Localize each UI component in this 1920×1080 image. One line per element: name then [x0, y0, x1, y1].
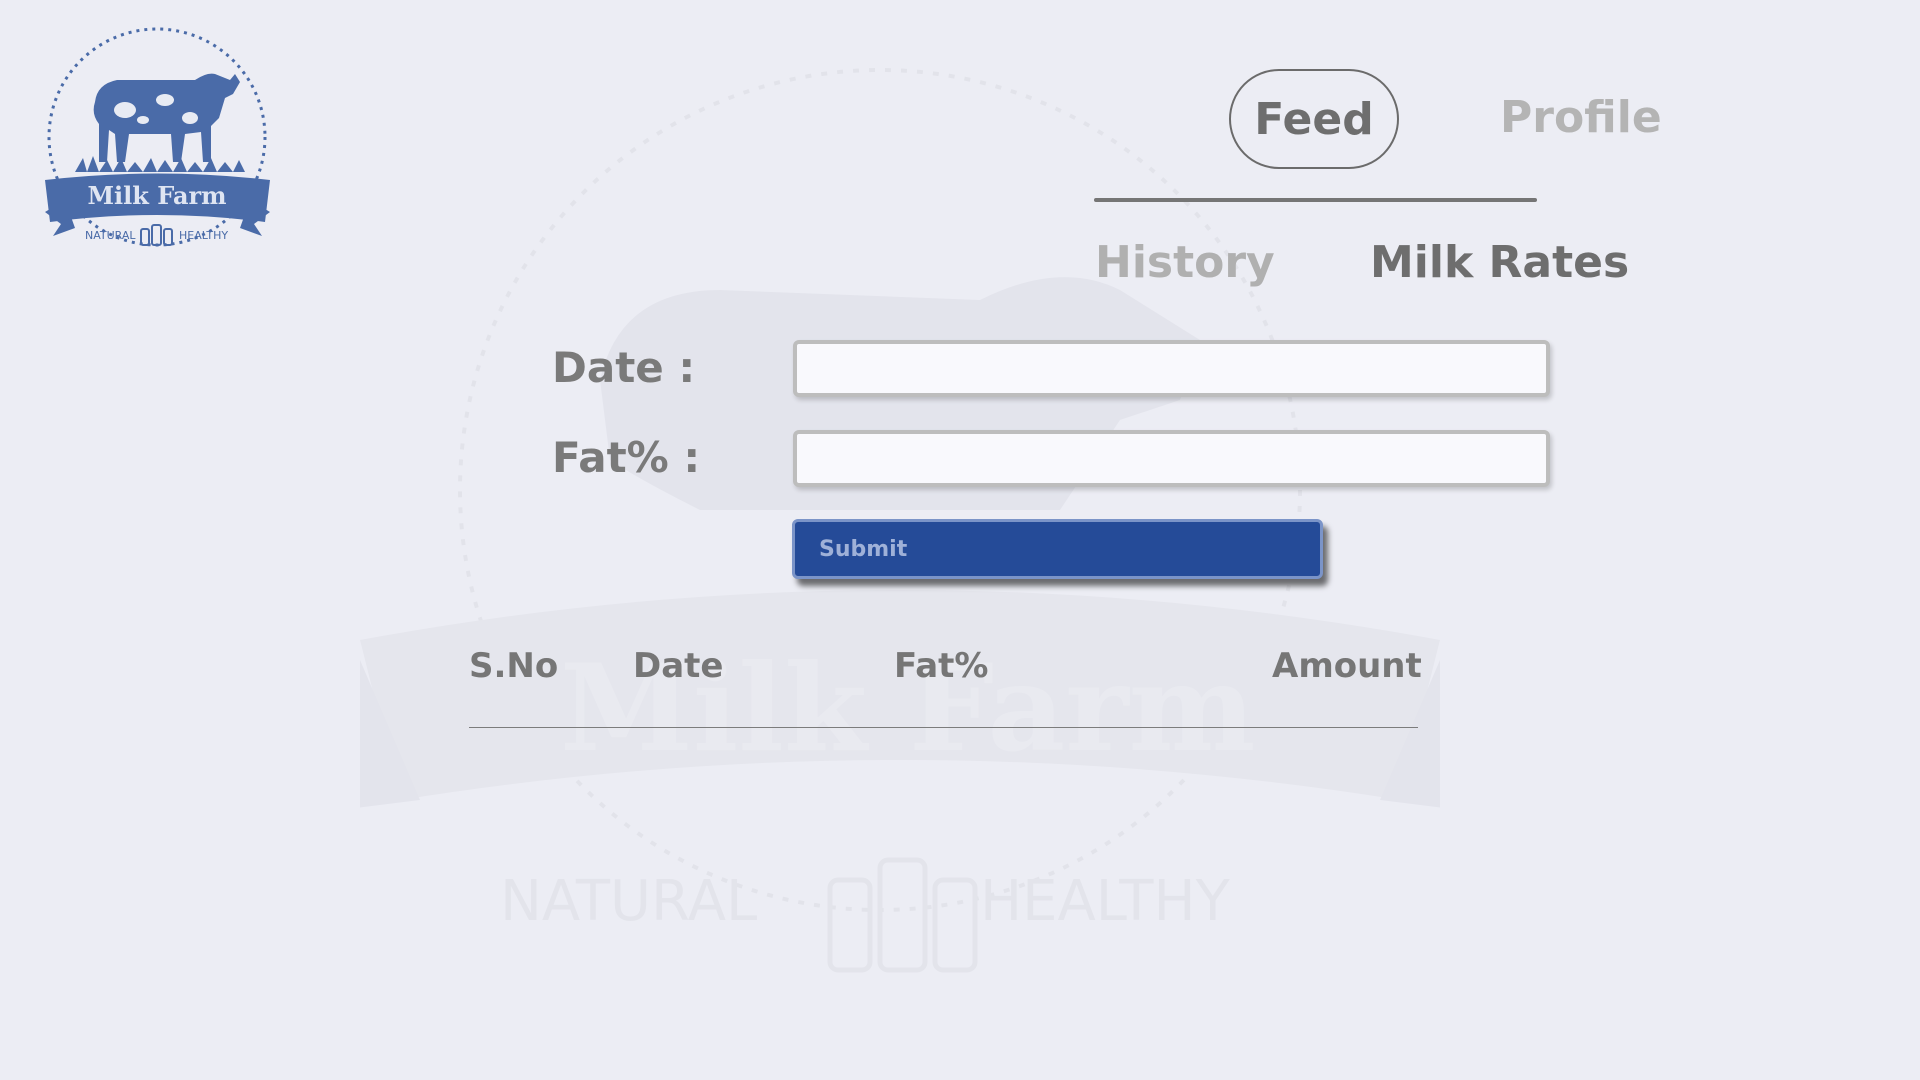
- date-field[interactable]: [793, 340, 1550, 397]
- milk-farm-logo[interactable]: Milk Farm NATURAL HEALTHY: [25, 22, 290, 257]
- tab-history[interactable]: History: [1095, 233, 1275, 293]
- table-header-sno: S.No: [469, 646, 559, 686]
- cow-logo-icon: Milk Farm NATURAL HEALTHY: [45, 27, 270, 247]
- tab-profile[interactable]: Profile: [1500, 88, 1662, 148]
- table-header-amount: Amount: [1272, 646, 1422, 686]
- tab-feed[interactable]: Feed: [1229, 69, 1399, 169]
- svg-text:HEALTHY: HEALTHY: [980, 869, 1231, 934]
- fat-label: Fat% :: [552, 433, 701, 482]
- svg-text:NATURAL: NATURAL: [500, 869, 757, 934]
- svg-text:Milk Farm: Milk Farm: [87, 181, 226, 210]
- nav-divider: [1094, 198, 1537, 202]
- date-label: Date :: [552, 343, 696, 392]
- submit-button[interactable]: Submit: [792, 519, 1323, 579]
- table-header-divider: [469, 727, 1418, 728]
- fat-field[interactable]: [793, 430, 1550, 487]
- tab-milk-rates[interactable]: Milk Rates: [1370, 233, 1629, 293]
- svg-text:HEALTHY: HEALTHY: [179, 229, 228, 242]
- table-header-fat: Fat%: [894, 646, 989, 686]
- svg-text:NATURAL: NATURAL: [85, 229, 136, 242]
- table-header-date: Date: [633, 646, 724, 686]
